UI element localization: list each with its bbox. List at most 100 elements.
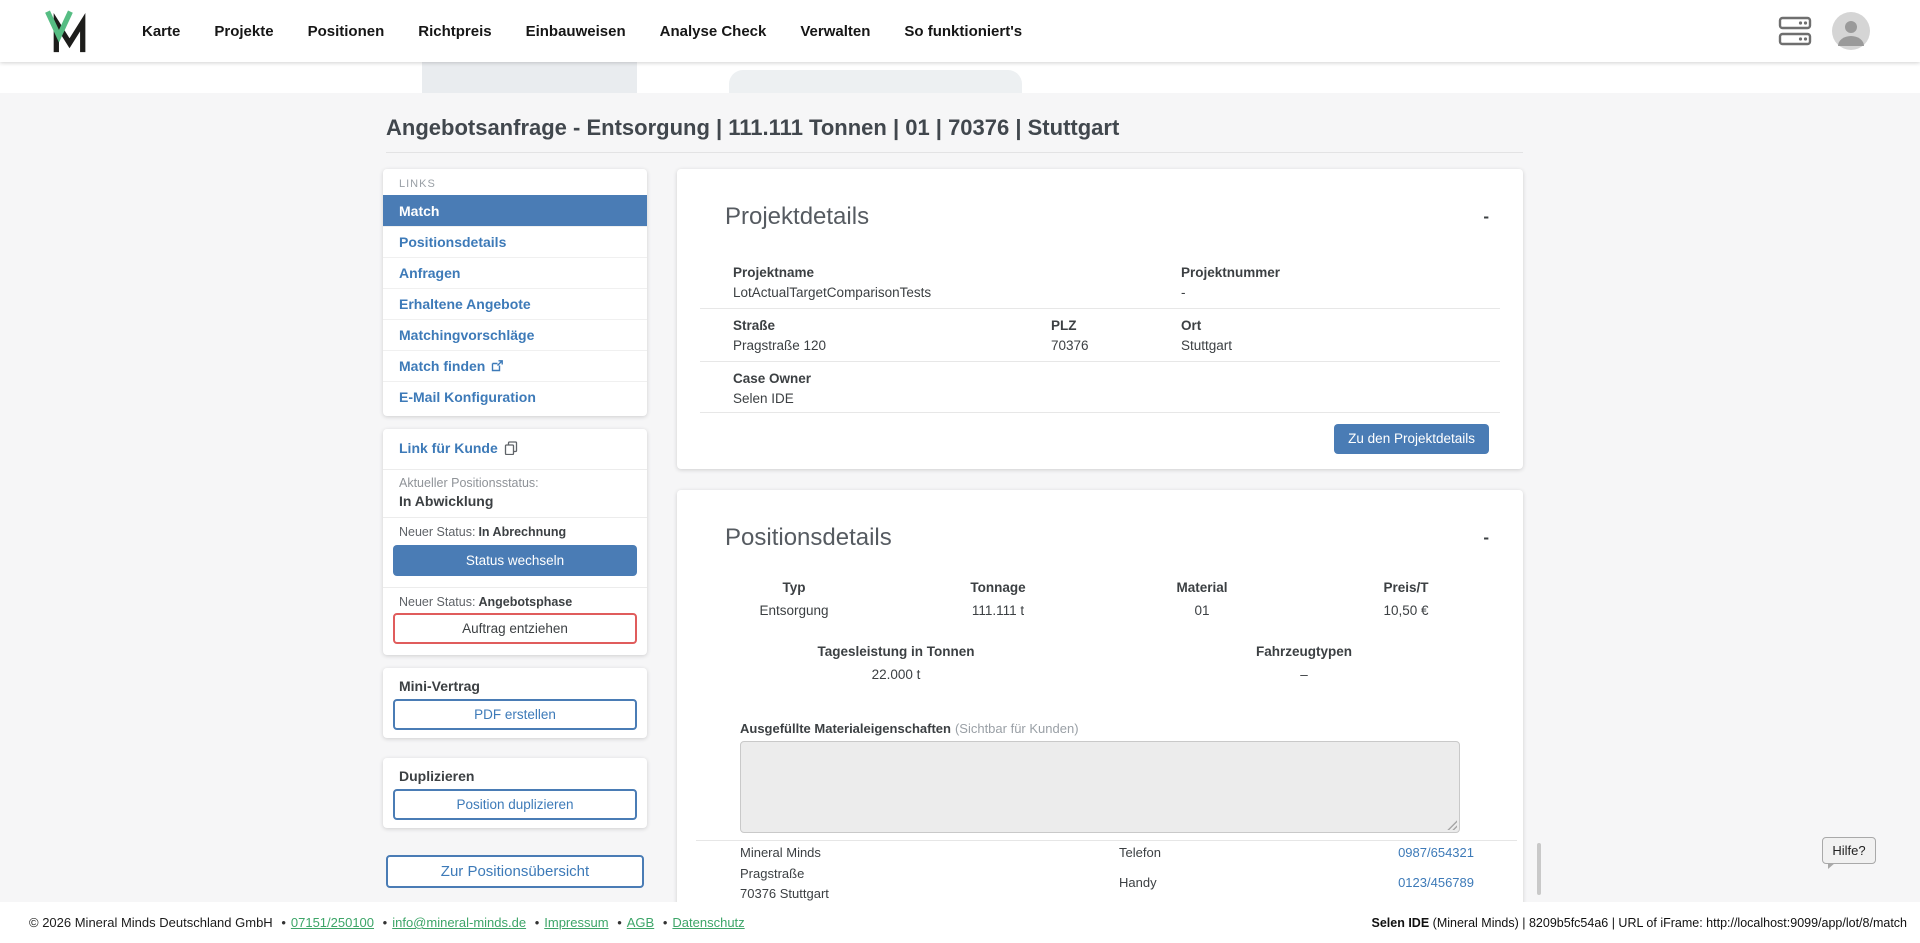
- footer-impressum-link[interactable]: Impressum: [544, 915, 608, 930]
- summary-value: 22.000 t: [692, 667, 1100, 682]
- help-button[interactable]: Hilfe?: [1822, 837, 1876, 864]
- case-owner-label: Case Owner: [733, 371, 811, 386]
- sidebar-item-match[interactable]: Match: [383, 195, 647, 226]
- nav-item-karte[interactable]: Karte: [142, 23, 180, 40]
- sidebar-item-anfragen[interactable]: Anfragen: [383, 257, 647, 288]
- summary-label: Material: [1100, 580, 1304, 595]
- server-icon[interactable]: [1778, 15, 1812, 47]
- to-project-details-button[interactable]: Zu den Projektdetails: [1334, 424, 1489, 454]
- summary-value: –: [1100, 667, 1508, 682]
- footer-email-link[interactable]: info@mineral-minds.de: [392, 915, 526, 930]
- strasse-value: Pragstraße 120: [733, 338, 826, 353]
- separator: •: [383, 915, 388, 930]
- contact-city: 70376 Stuttgart: [740, 886, 829, 901]
- customer-link-label: Link für Kunde: [399, 440, 498, 456]
- nav-item-richtpreis[interactable]: Richtpreis: [418, 23, 491, 40]
- mobile-label: Handy: [1119, 875, 1157, 890]
- sidebar-item-positionsdetails[interactable]: Positionsdetails: [383, 226, 647, 257]
- nav-item-projekte[interactable]: Projekte: [214, 23, 273, 40]
- withdraw-order-button[interactable]: Auftrag entziehen: [393, 613, 637, 644]
- footer-agb-link[interactable]: AGB: [627, 915, 654, 930]
- contact-company: Mineral Minds: [740, 845, 821, 860]
- scrollbar-thumb[interactable]: [1537, 843, 1541, 895]
- divider: [383, 587, 647, 588]
- next-status-value: Angebotsphase: [478, 595, 572, 609]
- phone-link[interactable]: 0987/654321: [1398, 845, 1474, 860]
- projektname-value: LotActualTargetComparisonTests: [733, 285, 931, 300]
- iframe-content: Angebotsanfrage - Entsorgung | 111.111 T…: [0, 93, 1920, 902]
- main-nav: Karte Projekte Positionen Richtpreis Ein…: [142, 23, 1022, 40]
- material-label-text: Ausgefüllte Materialeigenschaften: [740, 721, 951, 736]
- nav-item-einbauweisen[interactable]: Einbauweisen: [526, 23, 626, 40]
- position-summary-row-2: Tagesleistung in Tonnen 22.000 t Fahrzeu…: [692, 644, 1508, 682]
- position-overview-button[interactable]: Zur Positionsübersicht: [386, 855, 644, 888]
- nav-item-positionen[interactable]: Positionen: [308, 23, 385, 40]
- ort-label: Ort: [1181, 318, 1201, 333]
- projektname-label: Projektname: [733, 265, 814, 280]
- sidebar-item-label: Match finden: [399, 358, 485, 374]
- strasse-label: Straße: [733, 318, 775, 333]
- summary-label: Typ: [692, 580, 896, 595]
- links-card: LINKS Match Positionsdetails Anfragen Er…: [383, 169, 647, 416]
- divider: [700, 308, 1500, 309]
- sidebar-item-erhaltene-angebote[interactable]: Erhaltene Angebote: [383, 288, 647, 319]
- avatar[interactable]: [1832, 12, 1870, 50]
- nav-item-verwalten[interactable]: Verwalten: [800, 23, 870, 40]
- divider: [696, 840, 1517, 841]
- sidebar-item-match-finden[interactable]: Match finden: [383, 350, 647, 381]
- separator: •: [281, 915, 286, 930]
- mini-contract-heading: Mini-Vertrag: [399, 678, 480, 694]
- summary-value: Entsorgung: [692, 603, 896, 618]
- create-pdf-button[interactable]: PDF erstellen: [393, 699, 637, 730]
- material-properties-label: Ausgefüllte Materialeigenschaften(Sichtb…: [740, 721, 1079, 736]
- duplicate-card: Duplizieren Position duplizieren: [383, 758, 647, 828]
- links-heading: LINKS: [383, 169, 647, 195]
- mobile-link[interactable]: 0123/456789: [1398, 875, 1474, 890]
- next-status-2: Neuer Status:Angebotsphase: [399, 595, 572, 609]
- customer-link[interactable]: Link für Kunde: [399, 440, 518, 456]
- external-link-icon: [491, 360, 503, 372]
- position-summary-row: Typ Entsorgung Tonnage 111.111 t Materia…: [692, 580, 1508, 618]
- mini-contract-card: Mini-Vertrag PDF erstellen: [383, 668, 647, 738]
- summary-value: 01: [1100, 603, 1304, 618]
- duplicate-heading: Duplizieren: [399, 768, 474, 784]
- nav-item-analyse-check[interactable]: Analyse Check: [660, 23, 767, 40]
- duplicate-position-button[interactable]: Position duplizieren: [393, 789, 637, 820]
- scrolled-content-strip: [0, 62, 1920, 93]
- footer-session-info: Selen IDE (Mineral Minds) | 8209b5fc54a6…: [1372, 916, 1907, 930]
- summary-label: Fahrzeugtypen: [1100, 644, 1508, 659]
- phone-label: Telefon: [1119, 845, 1161, 860]
- partial-block: [422, 62, 637, 93]
- plz-label: PLZ: [1051, 318, 1077, 333]
- next-status-1: Neuer Status:In Abrechnung: [399, 525, 566, 539]
- summary-label: Preis/T: [1304, 580, 1508, 595]
- separator: •: [535, 915, 540, 930]
- summary-value: 111.111 t: [896, 603, 1100, 618]
- status-card: Link für Kunde Aktueller Positionsstatus…: [383, 429, 647, 655]
- change-status-button[interactable]: Status wechseln: [393, 545, 637, 576]
- contact-street: Pragstraße: [740, 866, 804, 881]
- summary-fahrzeugtypen: Fahrzeugtypen –: [1100, 644, 1508, 682]
- material-properties-textarea[interactable]: [740, 741, 1460, 833]
- sidebar-item-matchingvorschlaege[interactable]: Matchingvorschläge: [383, 319, 647, 350]
- footer: © 2026 Mineral Minds Deutschland GmbH •0…: [0, 902, 1920, 943]
- session-user: Selen IDE: [1372, 916, 1430, 930]
- projektnummer-value: -: [1181, 285, 1186, 300]
- partial-tab-block: [729, 70, 1022, 93]
- summary-typ: Typ Entsorgung: [692, 580, 896, 618]
- copy-icon: [504, 441, 518, 455]
- divider: [700, 361, 1500, 362]
- collapse-button[interactable]: -: [1483, 207, 1489, 227]
- footer-left: © 2026 Mineral Minds Deutschland GmbH •0…: [29, 915, 745, 930]
- page-title: Angebotsanfrage - Entsorgung | 111.111 T…: [386, 115, 1119, 141]
- project-details-card: Projektdetails - Projektname LotActualTa…: [677, 169, 1523, 469]
- mineral-minds-logo-icon[interactable]: [44, 8, 88, 54]
- collapse-button[interactable]: -: [1483, 528, 1489, 548]
- sidebar-item-email-konfiguration[interactable]: E-Mail Konfiguration: [383, 381, 647, 412]
- summary-label: Tagesleistung in Tonnen: [692, 644, 1100, 659]
- nav-item-so-funktionierts[interactable]: So funktioniert's: [904, 23, 1022, 40]
- footer-phone-link[interactable]: 07151/250100: [291, 915, 374, 930]
- current-status-value: In Abwicklung: [399, 493, 493, 509]
- footer-datenschutz-link[interactable]: Datenschutz: [672, 915, 744, 930]
- session-details: (Mineral Minds) | 8209b5fc54a6 | URL of …: [1429, 916, 1907, 930]
